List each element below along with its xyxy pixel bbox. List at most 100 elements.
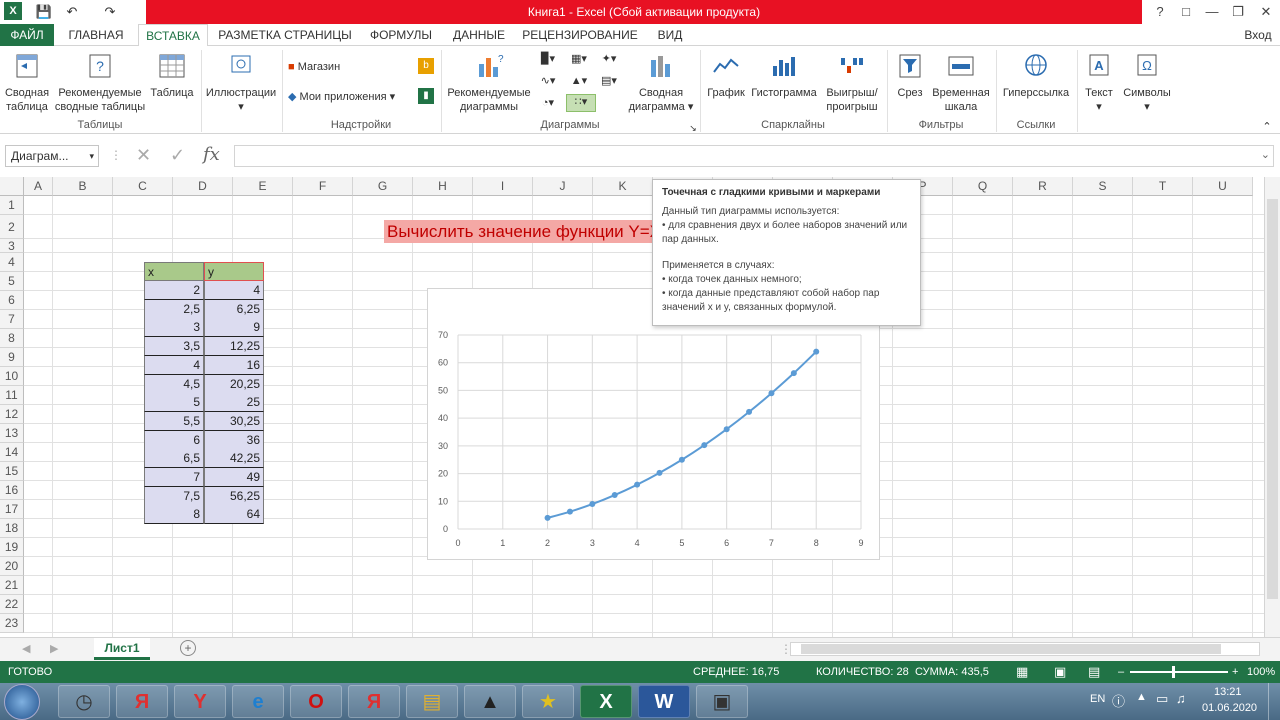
column-header-e[interactable]: E — [233, 177, 293, 196]
sheet-tab-1[interactable]: Лист1 — [94, 638, 150, 660]
store-button[interactable]: ■ Магазин — [288, 60, 408, 74]
page-break-view-icon[interactable]: ▤ — [1088, 661, 1100, 683]
data-cell-y[interactable]: 6,25 — [204, 299, 264, 319]
scrollbar-thumb[interactable] — [801, 644, 1221, 654]
page-layout-view-icon[interactable]: ▣ — [1054, 661, 1066, 683]
insert-function-button[interactable]: fx — [203, 144, 220, 165]
data-cell-x[interactable]: 4 — [144, 355, 204, 375]
pivot-table-button[interactable]: Сводная таблица — [2, 52, 52, 114]
row-header-8[interactable]: 8 — [0, 329, 24, 348]
clock-date[interactable]: 01.06.2020 — [1202, 702, 1257, 714]
row-header-20[interactable]: 20 — [0, 557, 24, 576]
row-header-5[interactable]: 5 — [0, 272, 24, 291]
bing-maps-icon[interactable]: b — [418, 58, 434, 74]
row-header-17[interactable]: 17 — [0, 500, 24, 519]
start-button-icon[interactable] — [4, 684, 40, 720]
data-cell-x[interactable]: 4,5 — [144, 374, 204, 394]
data-cell-y[interactable]: 42,25 — [204, 449, 264, 469]
internet-explorer-icon[interactable]: e — [232, 685, 284, 718]
ribbon-display-icon[interactable]: □ — [1172, 0, 1200, 24]
excel-taskbar-icon[interactable]: X — [580, 685, 632, 718]
tab-home[interactable]: ГЛАВНАЯ — [60, 24, 132, 46]
data-cell-x[interactable]: 7 — [144, 468, 204, 487]
language-indicator[interactable]: EN — [1090, 693, 1105, 705]
data-cell-x[interactable]: 6,5 — [144, 449, 204, 469]
data-cell-y[interactable]: 12,25 — [204, 337, 264, 357]
header-y-cell[interactable]: y — [204, 262, 264, 281]
column-header-b[interactable]: B — [53, 177, 113, 196]
illustrations-button[interactable]: Иллюстрации ▾ — [203, 52, 279, 114]
title-cell[interactable]: Вычислить значение функции Y=X² — [384, 220, 652, 243]
scrollbar-thumb[interactable] — [1267, 199, 1278, 599]
add-sheet-icon[interactable]: + — [180, 640, 196, 656]
column-header-g[interactable]: G — [353, 177, 413, 196]
recommended-pivot-button[interactable]: ? Рекомендуемые сводные таблицы — [54, 52, 146, 114]
network-icon[interactable]: ▭ — [1156, 691, 1168, 707]
video-editor-icon[interactable]: ★ — [522, 685, 574, 718]
data-cell-x[interactable]: 3 — [144, 318, 204, 338]
column-header-q[interactable]: Q — [953, 177, 1013, 196]
normal-view-icon[interactable]: ▦ — [1016, 661, 1028, 683]
data-cell-x[interactable]: 7,5 — [144, 486, 204, 506]
pivot-chart-button[interactable]: Сводная диаграмма ▾ — [626, 52, 696, 114]
sparkline-winloss-button[interactable]: Выигрыш/проигрыш — [820, 52, 884, 114]
data-cell-x[interactable]: 8 — [144, 505, 204, 525]
file-explorer-icon[interactable]: ▤ — [406, 685, 458, 718]
tab-view[interactable]: ВИД — [648, 24, 692, 46]
data-cell-x[interactable]: 5 — [144, 393, 204, 413]
undo-icon[interactable]: ↶ — [62, 2, 82, 22]
zoom-slider-thumb[interactable] — [1172, 666, 1175, 678]
tab-page-layout[interactable]: РАЗМЕТКА СТРАНИЦЫ — [214, 24, 356, 46]
worksheet-grid[interactable]: ABCDEFGHIJKLMNOPQRSTU 123456789101112131… — [0, 177, 1280, 637]
select-all-button[interactable] — [0, 177, 24, 196]
word-taskbar-icon[interactable]: W — [638, 685, 690, 718]
tab-review[interactable]: РЕЦЕНЗИРОВАНИЕ — [518, 24, 642, 46]
column-header-a[interactable]: A — [24, 177, 53, 196]
data-cell-y[interactable]: 30,25 — [204, 411, 264, 431]
tray-expand-icon[interactable]: ▲ — [1136, 691, 1147, 703]
recommended-charts-button[interactable]: ? Рекомендуемые диаграммы — [444, 52, 534, 114]
column-header-c[interactable]: C — [113, 177, 173, 196]
yandex-icon[interactable]: Я — [348, 685, 400, 718]
row-header-2[interactable]: 2 — [0, 215, 24, 239]
data-cell-y[interactable]: 9 — [204, 318, 264, 338]
minimize-button[interactable]: — — [1198, 0, 1226, 24]
pie-chart-icon[interactable]: ◔▾ — [537, 96, 559, 110]
data-cell-x[interactable]: 6 — [144, 430, 204, 450]
inkscape-icon[interactable]: ▲ — [464, 685, 516, 718]
row-header-14[interactable]: 14 — [0, 443, 24, 462]
row-header-12[interactable]: 12 — [0, 405, 24, 424]
my-apps-button[interactable]: ◆ Мои приложения ▾ — [288, 90, 418, 104]
row-header-9[interactable]: 9 — [0, 348, 24, 367]
row-header-21[interactable]: 21 — [0, 576, 24, 595]
sparkline-line-button[interactable]: График — [704, 52, 748, 100]
scatter-chart[interactable]: 0102030405060700123456789y — [427, 288, 880, 560]
data-cell-y[interactable]: 49 — [204, 468, 264, 487]
text-button[interactable]: A Текст ▾ — [1080, 52, 1118, 114]
hyperlink-button[interactable]: Гиперссылка — [998, 52, 1074, 100]
row-header-15[interactable]: 15 — [0, 462, 24, 481]
data-cell-y[interactable]: 16 — [204, 355, 264, 375]
row-header-23[interactable]: 23 — [0, 614, 24, 633]
row-header-13[interactable]: 13 — [0, 424, 24, 443]
data-cell-y[interactable]: 36 — [204, 430, 264, 450]
enter-icon[interactable]: ✓ — [170, 145, 185, 166]
help-button[interactable]: ? — [1146, 0, 1174, 24]
column-chart-icon[interactable]: ▉▾ — [537, 52, 559, 66]
row-header-18[interactable]: 18 — [0, 519, 24, 538]
column-header-h[interactable]: H — [413, 177, 473, 196]
data-cell-x[interactable]: 2,5 — [144, 299, 204, 319]
zoom-slider[interactable] — [1130, 671, 1228, 673]
clock-app-icon[interactable]: ◷ — [58, 685, 110, 718]
stat-chart-icon[interactable]: ✦▾ — [598, 52, 620, 66]
timeline-button[interactable]: Временная шкала — [930, 52, 992, 114]
sparkline-column-button[interactable]: Гистограмма — [748, 52, 820, 100]
zoom-out-icon[interactable]: – — [1118, 661, 1124, 683]
zoom-level[interactable]: 100% — [1247, 661, 1275, 683]
formula-input[interactable]: ⌄ — [234, 145, 1274, 167]
data-cell-y[interactable]: 25 — [204, 393, 264, 413]
help-tray-icon[interactable]: ⓘ — [1112, 691, 1125, 710]
data-cell-x[interactable]: 3,5 — [144, 337, 204, 357]
data-cell-x[interactable]: 2 — [144, 281, 204, 300]
tab-formulas[interactable]: ФОРМУЛЫ — [362, 24, 440, 46]
